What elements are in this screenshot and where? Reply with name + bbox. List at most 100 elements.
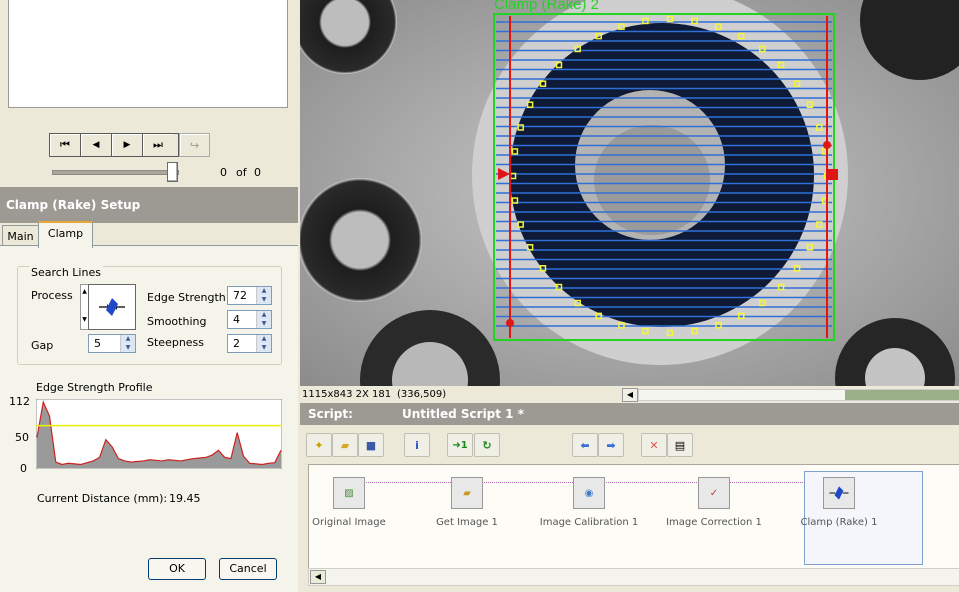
open-script-button[interactable]: ▰: [332, 433, 358, 457]
delete-icon: ✕: [649, 438, 659, 452]
step-clamp-rake[interactable]: Clamp (Rake) 1: [779, 477, 899, 528]
undo-icon: ↪: [180, 134, 209, 156]
frame-of-label: of: [236, 166, 247, 179]
preview-pane: [8, 0, 288, 108]
step-label: Original Image: [312, 517, 386, 528]
playback-controls: ⏮ ◀ ▶ ⏭: [49, 133, 179, 157]
frame-slider-track[interactable]: [52, 170, 179, 175]
steepness-label: Steepness: [147, 336, 205, 349]
last-frame-button[interactable]: ⏭: [143, 134, 173, 156]
profile-y-tick-zero: 0: [20, 462, 27, 475]
step-get-image[interactable]: ▰ Get Image 1: [407, 477, 527, 528]
image-size-status: 1115x843 2X 181: [302, 389, 392, 400]
edge-strength-value: 72: [233, 289, 247, 302]
spin-down-icon[interactable]: ▼: [257, 320, 271, 329]
undo-button[interactable]: ↪: [179, 133, 210, 157]
step-label: Get Image 1: [436, 517, 498, 528]
previous-frame-button[interactable]: ◀: [81, 134, 112, 156]
script-label: Script:: [308, 407, 353, 421]
step-forward-icon: ▶: [123, 140, 131, 150]
script-steps-area[interactable]: ▨ Original Image ▰ Get Image 1 ◉ Image C…: [308, 464, 959, 570]
move-right-icon: ➡: [606, 438, 616, 452]
move-step-right-button[interactable]: ➡: [598, 433, 624, 457]
clamp-rake-icon: [823, 477, 855, 509]
run-loop-icon: ↻: [482, 438, 492, 452]
frame-slider-thumb[interactable]: [167, 162, 178, 182]
current-distance-label: Current Distance (mm):: [37, 492, 168, 505]
edge-strength-label: Edge Strength: [147, 291, 226, 304]
run-once-icon: ➜1: [452, 439, 468, 451]
skip-start-icon: ⏮: [60, 138, 70, 151]
first-frame-button[interactable]: ⏮: [50, 134, 81, 156]
spin-up-icon[interactable]: ▲: [257, 335, 271, 344]
info-button[interactable]: i: [404, 433, 430, 457]
scroll-left-icon[interactable]: ◀: [622, 388, 638, 402]
inspection-image[interactable]: Clamp (Rake) 2: [300, 0, 959, 386]
tab-clamp[interactable]: Clamp: [38, 221, 93, 248]
cancel-button[interactable]: Cancel: [219, 558, 277, 580]
gap-label: Gap: [31, 339, 54, 352]
steepness-stepper[interactable]: 2 ▲ ▼: [227, 334, 272, 353]
spin-down-icon[interactable]: ▼: [121, 344, 135, 353]
step-image-correction[interactable]: ✓ Image Correction 1: [654, 477, 774, 528]
smoothing-value: 4: [233, 313, 240, 326]
spin-down-icon[interactable]: ▼: [257, 296, 271, 305]
clamp-point-marker: [506, 319, 514, 327]
new-script-button[interactable]: ✦: [306, 433, 332, 457]
step-original-image[interactable]: ▨ Original Image: [289, 477, 409, 528]
frame-position: 0: [220, 166, 227, 179]
get-image-icon: ▰: [451, 477, 483, 509]
edge-strength-stepper[interactable]: 72 ▲ ▼: [227, 286, 272, 305]
skip-end-icon: ⏭: [153, 138, 163, 151]
calibration-icon: ◉: [573, 477, 605, 509]
clamp-rake-icon: [99, 298, 125, 316]
correction-icon: ✓: [698, 477, 730, 509]
gap-stepper[interactable]: 5 ▲ ▼: [88, 334, 136, 353]
step-label: Image Correction 1: [666, 517, 762, 528]
run-once-button[interactable]: ➜1: [447, 433, 473, 457]
edge-strength-profile-chart: [36, 399, 282, 469]
image-hscrollbar[interactable]: [638, 389, 959, 401]
open-icon: ▰: [340, 438, 350, 452]
process-selector[interactable]: [88, 284, 136, 330]
current-distance-value: 19.45: [169, 492, 201, 505]
step-back-icon: ◀: [92, 140, 100, 150]
step-label: Clamp (Rake) 1: [800, 517, 878, 528]
save-script-button[interactable]: ■: [358, 433, 384, 457]
steepness-value: 2: [233, 337, 240, 350]
spin-up-icon[interactable]: ▲: [257, 311, 271, 320]
smoothing-label: Smoothing: [147, 315, 207, 328]
run-loop-button[interactable]: ↻: [474, 433, 500, 457]
profile-y-tick-max: 112: [9, 395, 30, 408]
scroll-left-icon[interactable]: ◀: [310, 570, 326, 584]
script-hscrollbar[interactable]: ◀: [308, 568, 959, 586]
ok-button[interactable]: OK: [148, 558, 206, 580]
spin-up-icon[interactable]: ▲: [121, 335, 135, 344]
setup-title: Clamp (Rake) Setup: [0, 187, 298, 223]
step-image-calibration[interactable]: ◉ Image Calibration 1: [529, 477, 649, 528]
image-status-bar: 1115x843 2X 181 (336,509) ◀: [300, 386, 959, 403]
spin-down-icon[interactable]: ▼: [257, 344, 271, 353]
image-view[interactable]: Clamp (Rake) 2: [300, 0, 959, 386]
gap-value: 5: [94, 337, 101, 350]
search-lines-label: Search Lines: [29, 266, 103, 279]
next-frame-button[interactable]: ▶: [112, 134, 143, 156]
save-icon: ■: [365, 438, 377, 452]
image-hscroll-thumb[interactable]: [845, 390, 959, 400]
step-properties-button[interactable]: ▤: [667, 433, 693, 457]
script-header: Script: Untitled Script 1 *: [300, 403, 959, 425]
smoothing-stepper[interactable]: 4 ▲ ▼: [227, 310, 272, 329]
image-icon: ▨: [333, 477, 365, 509]
profile-y-tick-mid: 50: [15, 431, 29, 444]
spin-up-icon[interactable]: ▲: [257, 287, 271, 296]
roi-label: Clamp (Rake) 2: [494, 0, 599, 13]
new-icon: ✦: [314, 438, 324, 452]
step-label: Image Calibration 1: [539, 517, 639, 528]
profile-title: Edge Strength Profile: [36, 381, 153, 394]
script-name: Untitled Script 1 *: [402, 407, 524, 421]
move-step-left-button[interactable]: ⬅: [572, 433, 598, 457]
delete-step-button[interactable]: ✕: [641, 433, 667, 457]
move-left-icon: ⬅: [580, 438, 590, 452]
frame-total: 0: [254, 166, 261, 179]
info-icon: i: [415, 438, 419, 452]
